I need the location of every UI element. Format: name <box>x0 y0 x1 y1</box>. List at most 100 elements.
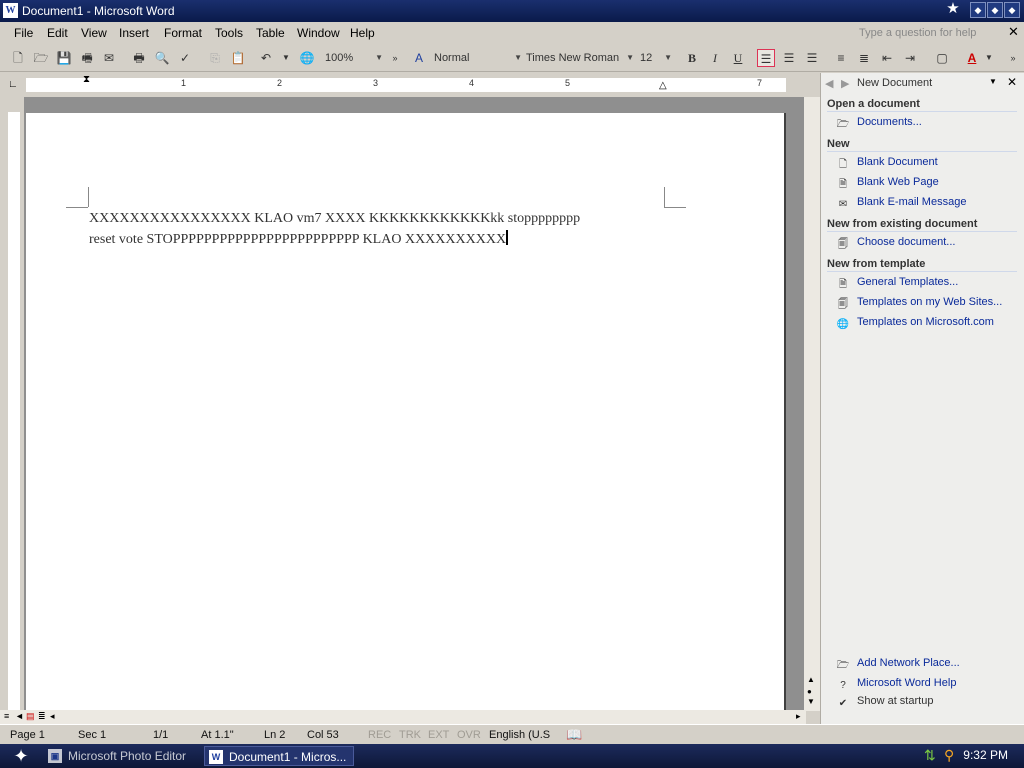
link-general-templates[interactable]: 🗎 General Templates... <box>835 276 958 292</box>
paste-icon[interactable]: 📋 <box>229 49 247 67</box>
underline-button[interactable]: U <box>729 49 747 67</box>
chevron-down-icon[interactable]: ▼ <box>989 77 997 86</box>
close-document-icon[interactable]: ✕ <box>1008 24 1019 40</box>
task-pane: ◀ ▶ New Document ▼ ✕ Open a document 🗁 Do… <box>820 73 1024 724</box>
scroll-left-icon[interactable]: ◂ <box>50 711 55 722</box>
toolbar-options-icon[interactable]: » <box>386 49 404 67</box>
vertical-ruler[interactable] <box>8 112 20 710</box>
vertical-scrollbar[interactable]: ▲ ● ▼ <box>804 97 820 711</box>
vertical-ruler-panel <box>2 112 22 710</box>
minimize-button[interactable]: ◆ <box>970 2 986 18</box>
italic-button[interactable]: I <box>706 49 724 67</box>
print-layout-icon[interactable]: ▤ <box>26 711 35 722</box>
status-bar: Page 1 Sec 1 1/1 At 1.1" Ln 2 Col 53 REC… <box>0 724 1024 744</box>
menu-help[interactable]: Help <box>350 26 375 40</box>
help-search-input[interactable]: Type a question for help <box>856 25 996 42</box>
menu-edit[interactable]: Edit <box>47 26 68 40</box>
previous-page-icon[interactable]: ▲ <box>807 675 815 684</box>
photo-editor-icon: ▣ <box>48 749 62 763</box>
close-button[interactable]: ◆ <box>1004 2 1020 18</box>
horizontal-ruler[interactable]: 1 2 3 4 5 7 ⧗ △ <box>26 74 786 92</box>
align-left-button[interactable]: ☰ <box>757 49 775 67</box>
styles-icon[interactable]: A <box>410 49 428 67</box>
start-button[interactable]: ✦ <box>6 745 36 767</box>
horizontal-scrollbar[interactable]: ≡ ◄ ▤ ≣ ◂ ▸ <box>0 710 806 724</box>
next-page-icon[interactable]: ▼ <box>807 697 815 706</box>
undo-icon[interactable]: ↶ <box>257 49 275 67</box>
forward-arrow-icon[interactable]: ▶ <box>841 77 849 90</box>
open-folder-icon[interactable]: 🗁 <box>32 49 50 67</box>
bullets-icon[interactable]: ≣ <box>855 49 873 67</box>
document-text-line[interactable]: XXXXXXXXXXXXXXXX KLAO vm7 XXXX KKKKKKKKK… <box>89 211 580 227</box>
borders-icon[interactable]: ▢ <box>933 49 951 67</box>
link-blank-document[interactable]: 🗋 Blank Document <box>835 156 938 172</box>
link-templates-microsoft[interactable]: 🌐 Templates on Microsoft.com <box>835 316 994 332</box>
show-at-startup-checkbox[interactable]: ✔ Show at startup <box>835 695 934 711</box>
first-line-indent-marker[interactable]: ⧗ <box>83 74 90 85</box>
link-choose-document[interactable]: 🗐 Choose document... <box>835 236 955 252</box>
copy-icon[interactable]: ⎘ <box>206 49 224 67</box>
menu-table[interactable]: Table <box>256 26 285 40</box>
print-icon[interactable]: 🖶 <box>130 49 148 67</box>
numbering-icon[interactable]: ≡ <box>832 49 850 67</box>
taskbar-item-word[interactable]: W Document1 - Micros... <box>204 746 354 766</box>
status-trk[interactable]: TRK <box>399 729 421 741</box>
taskbar-item-photo-editor[interactable]: ▣ Microsoft Photo Editor <box>44 746 196 766</box>
save-icon[interactable]: 💾 <box>55 49 73 67</box>
permission-icon[interactable]: 🖷 <box>78 49 96 67</box>
print-preview-icon[interactable]: 🔍 <box>153 49 171 67</box>
back-arrow-icon[interactable]: ◀ <box>825 77 833 90</box>
close-icon[interactable]: ✕ <box>1007 75 1017 89</box>
word-app-icon[interactable]: W <box>3 3 18 18</box>
link-blank-web-page[interactable]: 🗎 Blank Web Page <box>835 176 939 192</box>
align-right-button[interactable]: ☰ <box>803 49 821 67</box>
menu-file[interactable]: File <box>14 26 33 40</box>
increase-indent-icon[interactable]: ⇥ <box>901 49 919 67</box>
toolbar-options-icon[interactable]: » <box>1004 49 1022 67</box>
new-document-icon[interactable]: 🗋 <box>9 49 27 67</box>
status-ovr[interactable]: OVR <box>457 729 481 741</box>
hyperlink-icon[interactable]: 🌐 <box>298 49 316 67</box>
document-area: XXXXXXXXXXXXXXXX KLAO vm7 XXXX KKKKKKKKK… <box>24 97 806 711</box>
spelling-icon[interactable]: ✓ <box>176 49 194 67</box>
status-ext[interactable]: EXT <box>428 729 449 741</box>
spelling-status-icon[interactable]: 📖 <box>566 727 582 743</box>
align-center-button[interactable]: ☰ <box>780 49 798 67</box>
bold-button[interactable]: B <box>683 49 701 67</box>
document-page[interactable]: XXXXXXXXXXXXXXXX KLAO vm7 XXXX KKKKKKKKK… <box>26 113 786 711</box>
tab-selector-icon[interactable]: ∟ <box>8 79 18 90</box>
menu-format[interactable]: Format <box>164 26 202 40</box>
link-templates-web-sites[interactable]: 🗐 Templates on my Web Sites... <box>835 296 1002 312</box>
document-text-line[interactable]: reset vote STOPPPPPPPPPPPPPPPPPPPPPPPP K… <box>89 230 509 248</box>
zoom-select[interactable]: 100% ▼ <box>325 49 385 67</box>
menu-window[interactable]: Window <box>297 26 340 40</box>
style-select[interactable]: Normal ▼ <box>434 49 524 67</box>
font-size-select[interactable]: 12 ▼ <box>640 49 674 67</box>
link-documents[interactable]: 🗁 Documents... <box>835 116 922 132</box>
status-language[interactable]: English (U.S <box>489 729 550 741</box>
font-color-dropdown-icon[interactable]: ▼ <box>980 49 998 67</box>
link-blank-email[interactable]: ✉ Blank E-mail Message <box>835 196 967 212</box>
status-rec[interactable]: REC <box>368 729 391 741</box>
font-color-button[interactable]: A <box>963 49 981 67</box>
web-layout-icon[interactable]: ◄ <box>15 711 24 721</box>
email-icon[interactable]: ✉ <box>100 49 118 67</box>
menu-view[interactable]: View <box>81 26 107 40</box>
chevron-down-icon: ▼ <box>626 53 634 62</box>
browse-object-icon[interactable]: ● <box>807 687 812 696</box>
link-add-network-place[interactable]: 🗁 Add Network Place... <box>835 657 960 673</box>
undo-dropdown-icon[interactable]: ▼ <box>277 49 295 67</box>
outline-view-icon[interactable]: ≣ <box>38 711 46 722</box>
font-select[interactable]: Times New Roman ▼ <box>526 49 636 67</box>
link-word-help[interactable]: ? Microsoft Word Help <box>835 677 956 693</box>
link-label: Blank E-mail Message <box>857 196 967 208</box>
right-indent-marker[interactable]: △ <box>659 80 667 91</box>
menu-insert[interactable]: Insert <box>119 26 149 40</box>
normal-view-icon[interactable]: ≡ <box>4 711 9 721</box>
search-tray-icon[interactable]: ⚲ <box>944 747 954 764</box>
scroll-right-icon[interactable]: ▸ <box>796 711 801 722</box>
maximize-button[interactable]: ◆ <box>987 2 1003 18</box>
network-tray-icon[interactable]: ⇅ <box>924 747 936 764</box>
menu-tools[interactable]: Tools <box>215 26 243 40</box>
decrease-indent-icon[interactable]: ⇤ <box>878 49 896 67</box>
